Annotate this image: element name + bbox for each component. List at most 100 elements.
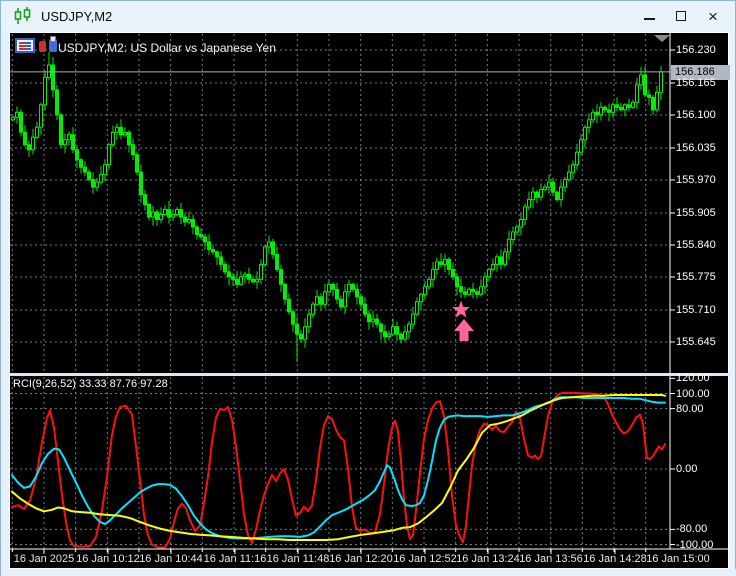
star-marker-icon[interactable] xyxy=(452,300,470,318)
bear-candle xyxy=(59,114,63,146)
bull-candle xyxy=(111,131,115,146)
indicator-axis-label: 100.00 xyxy=(676,387,710,400)
time-axis-label: 16 Jan 15:00 xyxy=(646,553,710,565)
bull-candle xyxy=(419,293,423,303)
bear-candle xyxy=(535,191,539,198)
bull-candle xyxy=(511,231,515,240)
bear-candle xyxy=(287,298,291,313)
close-icon: × xyxy=(708,6,718,26)
bear-candle xyxy=(363,303,367,315)
price-axis-label: 155.905 xyxy=(676,207,716,219)
window-bottom-border xyxy=(1,569,736,576)
price-axis-label: 156.035 xyxy=(676,142,716,154)
bull-candle xyxy=(115,126,119,133)
bear-candle xyxy=(23,131,27,146)
symbol-description: USDJPY,M2: US Dollar vs Japanese Yen xyxy=(58,41,276,55)
bull-candle xyxy=(391,326,395,335)
bear-candle xyxy=(75,149,79,161)
bull-candle xyxy=(263,246,267,265)
bull-candle xyxy=(559,186,563,201)
indicator-axis-label: 80.00 xyxy=(676,402,704,415)
bear-candle xyxy=(643,74,647,96)
bull-candle xyxy=(623,104,627,111)
bull-candle xyxy=(347,283,351,293)
bear-candle xyxy=(459,286,463,293)
bear-candle xyxy=(319,296,323,305)
bull-candle xyxy=(171,214,175,218)
bear-candle xyxy=(283,283,287,300)
close-button[interactable]: × xyxy=(697,3,729,29)
bear-candle xyxy=(179,209,183,218)
bull-candle xyxy=(655,91,659,111)
bear-candle xyxy=(299,333,303,340)
news-list-icon[interactable] xyxy=(15,38,35,53)
bull-candle xyxy=(239,276,243,285)
bull-candle xyxy=(539,189,543,198)
bull-candle xyxy=(639,74,643,86)
indicator-badge-icon[interactable] xyxy=(39,36,58,53)
price-axis-label: 156.230 xyxy=(676,44,716,56)
bear-candle xyxy=(51,64,55,91)
bull-candle xyxy=(491,263,495,270)
bull-candle xyxy=(411,313,415,325)
bull-candle xyxy=(659,71,663,93)
bull-candle xyxy=(483,276,487,288)
minimize-icon xyxy=(643,18,655,20)
bear-candle xyxy=(499,256,503,265)
bull-candle xyxy=(407,323,411,333)
bull-candle xyxy=(95,181,99,188)
chart-canvas[interactable] xyxy=(10,33,730,570)
bull-candle xyxy=(99,174,103,183)
bear-candle xyxy=(223,263,227,273)
bear-candle xyxy=(71,134,75,151)
bear-candle xyxy=(355,288,359,298)
chart-client-area[interactable]: USDJPY,M2: US Dollar vs Japanese Yen RCI… xyxy=(9,32,730,570)
bear-candle xyxy=(207,241,211,250)
bull-candle xyxy=(467,288,471,295)
bear-candle xyxy=(247,273,251,280)
bear-candle xyxy=(143,194,147,206)
bull-candle xyxy=(151,211,155,218)
bull-candle xyxy=(123,131,127,136)
minimize-button[interactable] xyxy=(633,3,665,29)
bull-candle xyxy=(67,134,71,141)
bull-candle xyxy=(495,256,499,265)
bull-candle xyxy=(107,144,111,166)
bear-candle xyxy=(551,181,555,193)
bull-candle xyxy=(515,226,519,233)
bull-candle xyxy=(311,303,315,315)
bear-candle xyxy=(231,276,235,280)
bull-candle xyxy=(635,84,639,103)
bear-candle xyxy=(219,256,223,265)
bear-candle xyxy=(91,179,95,188)
rci-line xyxy=(11,396,666,540)
bear-candle xyxy=(183,216,187,223)
bear-candle xyxy=(79,159,83,168)
bear-candle xyxy=(191,219,195,228)
rci-line xyxy=(11,394,666,541)
bull-candle xyxy=(519,219,523,228)
chart-shift-triangle-icon[interactable] xyxy=(654,35,670,42)
indicator-axis-label: -100.00 xyxy=(676,538,714,551)
bear-candle xyxy=(279,268,283,285)
bear-candle xyxy=(651,96,655,111)
bear-candle xyxy=(83,166,87,173)
price-axis-label: 155.710 xyxy=(676,304,716,316)
bull-candle xyxy=(611,104,615,113)
bull-candle xyxy=(527,199,531,208)
bear-candle xyxy=(607,109,611,113)
bull-candle xyxy=(571,164,575,173)
rci-line xyxy=(11,391,666,549)
up-arrow-marker-icon[interactable] xyxy=(454,319,474,341)
bear-candle xyxy=(339,298,343,308)
bear-candle xyxy=(351,283,355,290)
bull-candle xyxy=(243,273,247,278)
maximize-button[interactable] xyxy=(665,3,697,29)
pane-separator[interactable] xyxy=(10,373,730,376)
bull-candle xyxy=(43,76,47,106)
title-bar[interactable]: USDJPY,M2 × xyxy=(1,1,735,31)
bear-candle xyxy=(379,323,383,333)
bull-candle xyxy=(255,278,259,283)
bull-candle xyxy=(547,181,551,188)
bear-candle xyxy=(227,271,231,278)
